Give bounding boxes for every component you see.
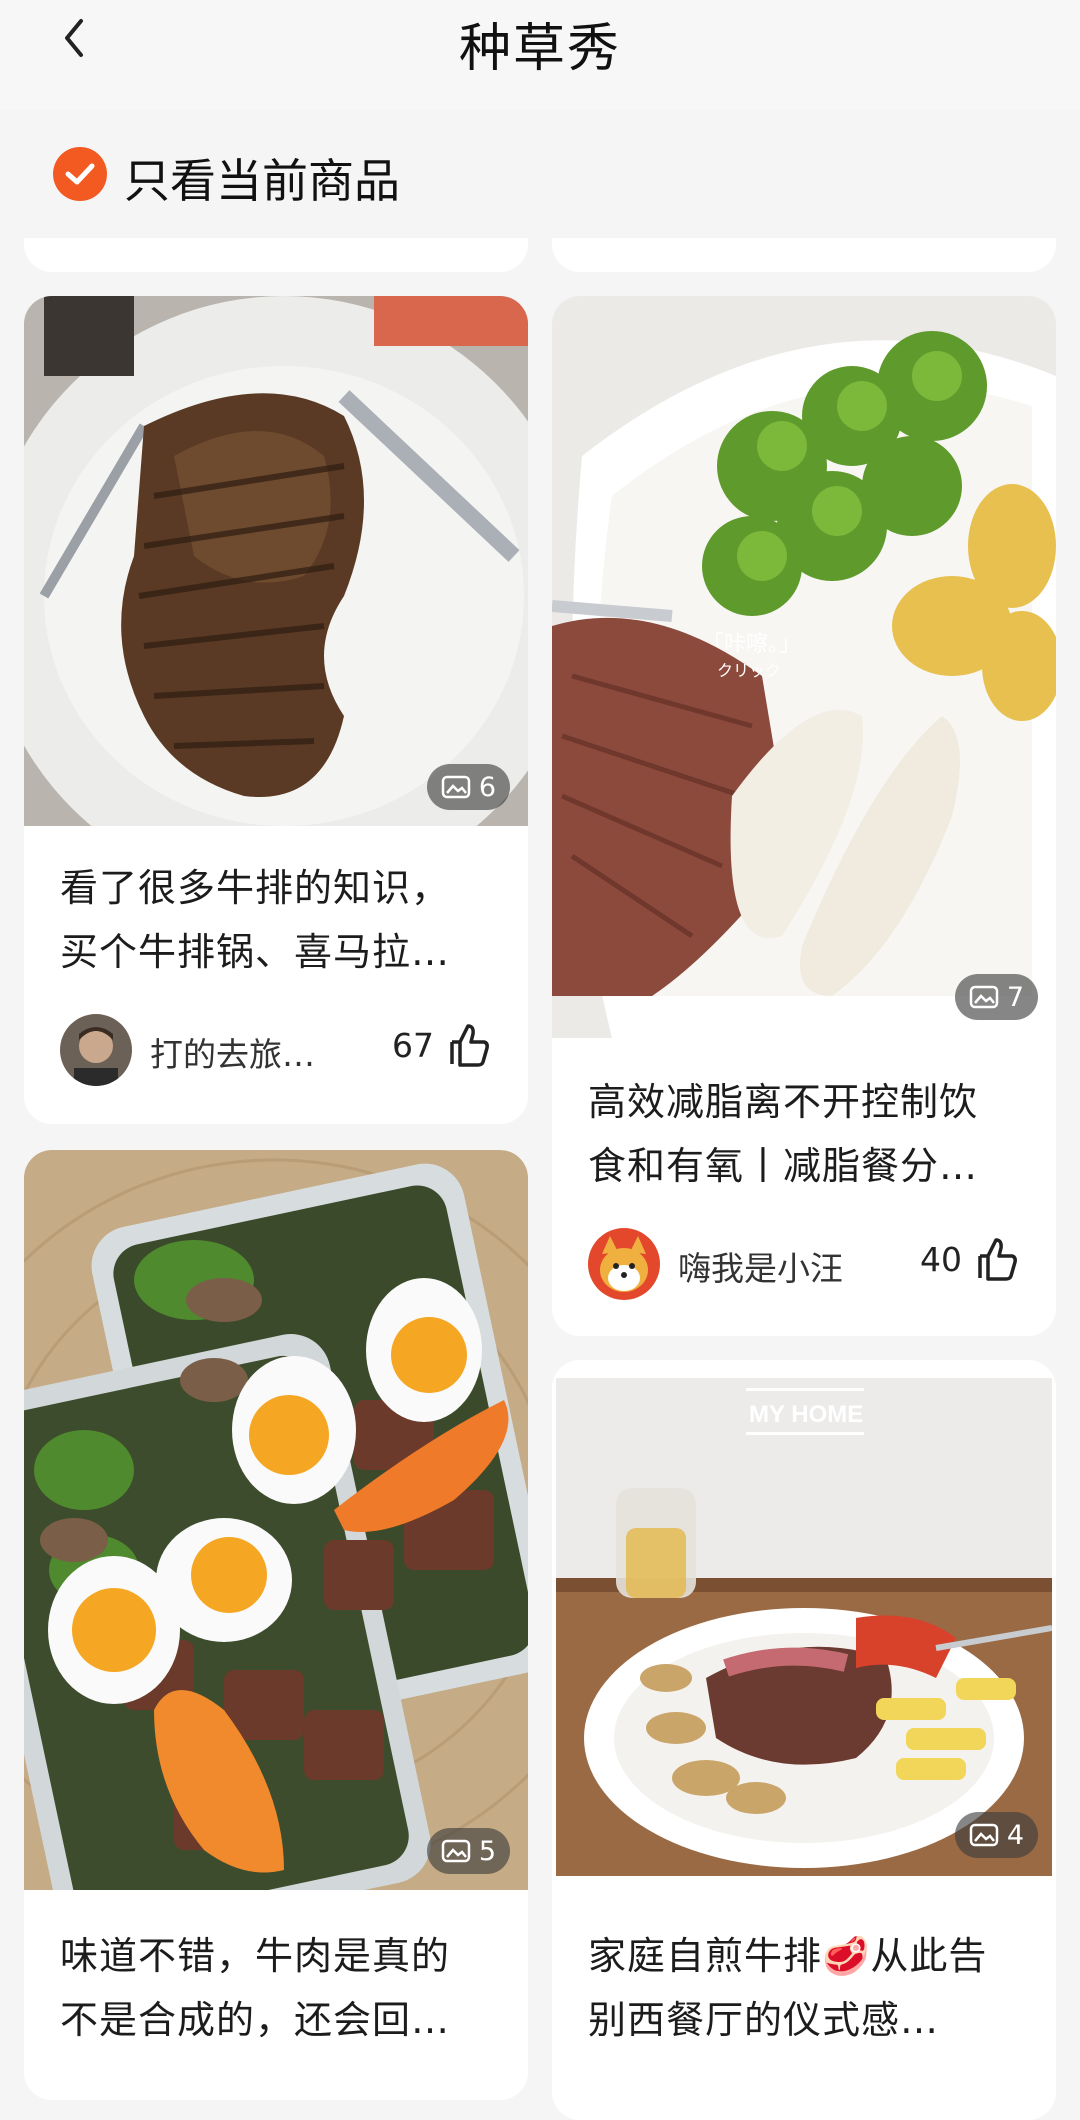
post-meta: 嗨我是小汪 40 bbox=[588, 1228, 1020, 1302]
image-count: 5 bbox=[478, 1835, 496, 1867]
check-icon bbox=[65, 163, 95, 185]
like-count: 40 bbox=[920, 1239, 962, 1279]
post-meta: 打的去旅… 67 bbox=[60, 1014, 492, 1088]
post-card[interactable]: MY HOME 4 家庭自煎牛排🥩从此告 别西餐厅的仪式感… bbox=[552, 1360, 1056, 2120]
author-name[interactable]: 嗨我是小汪 bbox=[678, 1242, 843, 1290]
post-description-line: 买个牛排锅、喜马拉… bbox=[60, 930, 451, 974]
post-description: 家庭自煎牛排🥩从此告 别西餐厅的仪式感… bbox=[588, 1924, 1020, 2052]
post-description-line: 味道不错，牛肉是真的 bbox=[60, 1934, 451, 1978]
svg-text:「咔嚓。」: 「咔嚓。」 bbox=[702, 631, 801, 656]
photo-icon bbox=[969, 1823, 999, 1847]
post-card[interactable]: 「咔嚓。」 クリック 7 高效减脂离不开控制饮 食和有氧丨减脂餐分… 嗨我是小汪… bbox=[552, 296, 1056, 1336]
previous-card-right[interactable] bbox=[552, 238, 1056, 272]
page-title: 种草秀 bbox=[458, 19, 621, 79]
post-description-line: 家庭自煎牛排🥩从此告 bbox=[588, 1934, 988, 1978]
post-description: 高效减脂离不开控制饮 食和有氧丨减脂餐分… bbox=[588, 1070, 1020, 1198]
photo-icon bbox=[969, 985, 999, 1009]
post-description-line: 别西餐厅的仪式感… bbox=[588, 1998, 940, 2042]
top-bar: 种草秀 bbox=[0, 0, 1080, 110]
post-description-line: 看了很多牛排的知识， bbox=[60, 866, 451, 910]
like-button[interactable]: 40 bbox=[920, 1234, 1020, 1284]
photo-icon bbox=[441, 1839, 471, 1863]
image-count: 6 bbox=[478, 771, 496, 803]
post-description-line: 食和有氧丨减脂餐分… bbox=[588, 1144, 979, 1188]
image-count-badge: 4 bbox=[954, 1812, 1038, 1858]
avatar[interactable] bbox=[60, 1014, 132, 1086]
post-description-line: 不是合成的，还会回… bbox=[60, 1998, 451, 2042]
svg-text:クリック: クリック bbox=[717, 662, 781, 680]
thumbs-up-icon bbox=[978, 1238, 1017, 1281]
image-count: 7 bbox=[1006, 981, 1024, 1013]
like-count: 67 bbox=[392, 1025, 434, 1065]
previous-card-left[interactable] bbox=[24, 238, 528, 272]
image-count: 4 bbox=[1006, 1819, 1024, 1851]
post-photo: MY HOME bbox=[556, 1378, 1052, 1876]
image-count-badge: 5 bbox=[426, 1828, 510, 1874]
post-description: 看了很多牛排的知识， 买个牛排锅、喜马拉… bbox=[60, 856, 492, 984]
post-description: 味道不错，牛肉是真的 不是合成的，还会回… bbox=[60, 1924, 492, 2052]
only-current-product-label[interactable]: 只看当前商品 bbox=[124, 145, 400, 211]
like-button[interactable]: 67 bbox=[392, 1020, 492, 1070]
post-photo bbox=[24, 1150, 528, 1890]
image-count-badge: 7 bbox=[954, 974, 1038, 1020]
post-photo bbox=[24, 296, 528, 826]
avatar[interactable] bbox=[588, 1228, 660, 1300]
image-count-badge: 6 bbox=[426, 764, 510, 810]
post-card[interactable]: 5 味道不错，牛肉是真的 不是合成的，还会回… bbox=[24, 1150, 528, 2100]
photo-caption: MY HOME bbox=[749, 1401, 863, 1428]
only-current-product-checkbox[interactable] bbox=[53, 147, 107, 201]
author-name[interactable]: 打的去旅… bbox=[150, 1028, 315, 1076]
photo-icon bbox=[441, 775, 471, 799]
post-description-line: 高效减脂离不开控制饮 bbox=[588, 1080, 979, 1124]
post-photo: 「咔嚓。」 クリック bbox=[552, 296, 1056, 1038]
thumbs-up-icon bbox=[450, 1024, 489, 1067]
post-card[interactable]: 6 看了很多牛排的知识， 买个牛排锅、喜马拉… 打的去旅… 67 bbox=[24, 296, 528, 1124]
